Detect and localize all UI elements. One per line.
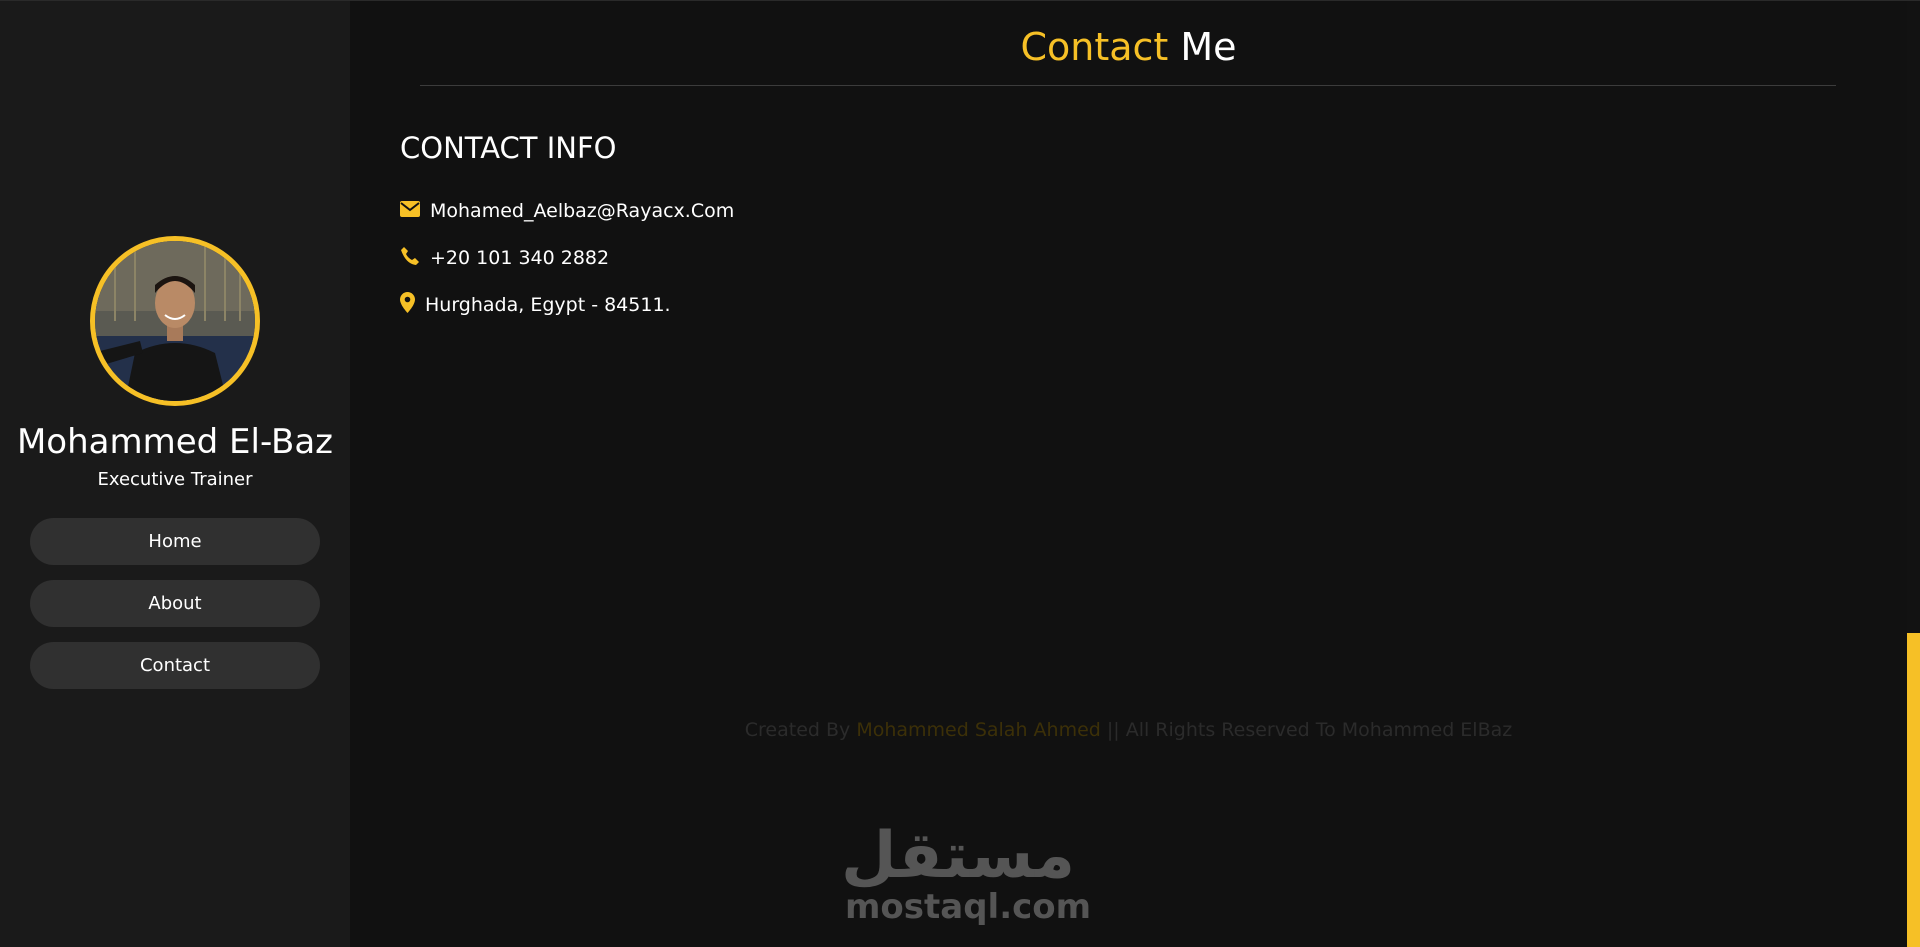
contact-phone-row: +20 101 340 2882 [400,245,609,271]
footer-suffix: || All Rights Reserved To Mohammed ElBaz [1100,719,1513,741]
nav-contact-button[interactable]: Contact [30,642,320,689]
footer-author-link[interactable]: Mohammed Salah Ahmed [856,719,1101,741]
footer-prefix: Created By [744,719,857,741]
title-divider [420,85,1836,86]
page-title-rest: Me [1168,25,1237,69]
profile-avatar [90,236,260,406]
contact-location-row: Hurghada, Egypt - 84511. [400,292,671,318]
envelope-icon [400,200,420,222]
page-title: Contact Me [350,19,1907,75]
phone-icon [400,246,420,271]
contact-phone-text[interactable]: +20 101 340 2882 [430,247,609,269]
nav-about-button[interactable]: About [30,580,320,627]
profile-photo [95,241,255,401]
contact-email-row: Mohamed_Aelbaz@Rayacx.Com [400,198,734,224]
watermark-arabic: مستقل [840,819,1075,893]
map-marker-icon [400,292,415,318]
page-title-accent: Contact [1020,25,1169,69]
app-window: Mohammed El-Baz Executive Trainer Home A… [0,0,1920,947]
sidebar: Mohammed El-Baz Executive Trainer Home A… [0,1,350,947]
profile-role: Executive Trainer [97,469,253,490]
profile-name: Mohammed El-Baz [16,422,334,462]
contact-location-text: Hurghada, Egypt - 84511. [425,294,671,316]
nav-home-button[interactable]: Home [30,518,320,565]
mostaql-watermark: مستقل mostaql.com [840,819,1092,931]
main-content: Contact Me CONTACT INFO Mohamed_Aelbaz@R… [350,1,1910,947]
footer: Created By Mohammed Salah Ahmed || All R… [350,717,1907,743]
scrollbar-thumb[interactable] [1907,633,1920,947]
contact-info-heading: CONTACT INFO [400,131,617,165]
contact-email-text[interactable]: Mohamed_Aelbaz@Rayacx.Com [430,200,734,222]
watermark-latin: mostaql.com [845,887,1092,927]
